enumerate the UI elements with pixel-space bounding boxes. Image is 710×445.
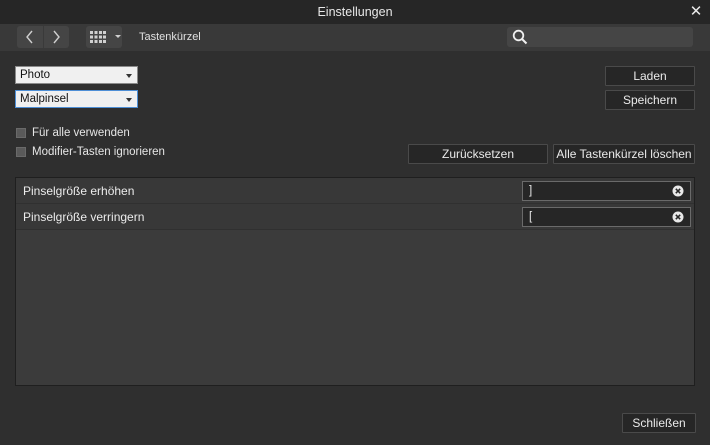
dropdown-arrow-icon (126, 98, 132, 102)
forward-button[interactable] (42, 26, 70, 48)
close-icon[interactable]: ✕ (688, 0, 704, 24)
grid-menu-button[interactable] (86, 26, 122, 48)
apply-to-all-label: Für alle verwenden (32, 127, 130, 139)
clear-shortcut-icon[interactable] (672, 185, 684, 197)
window-title: Einstellungen (317, 5, 393, 19)
clear-shortcut-icon[interactable] (672, 211, 684, 223)
category-select[interactable]: Malpinsel (15, 90, 138, 108)
search-icon (512, 29, 528, 45)
toolbar: Tastenkürzel (0, 24, 710, 51)
ignore-modifiers-label: Modifier-Tasten ignorieren (32, 146, 165, 158)
category-select-value: Malpinsel (20, 93, 69, 105)
shortcut-row: Pinselgröße verringern [ (16, 204, 694, 230)
search-field[interactable] (507, 27, 693, 47)
clear-all-shortcuts-button[interactable]: Alle Tastenkürzel löschen (553, 144, 695, 164)
shortcut-label: Pinselgröße erhöhen (23, 184, 135, 198)
ignore-modifiers-option[interactable]: Modifier-Tasten ignorieren (16, 145, 165, 159)
shortcut-input[interactable]: ] (522, 181, 691, 201)
title-bar: Einstellungen ✕ (0, 0, 710, 24)
caret-down-icon (115, 35, 121, 38)
chevron-left-icon (25, 30, 33, 44)
shortcut-row: Pinselgröße erhöhen ] (16, 178, 694, 204)
close-button[interactable]: Schließen (622, 413, 696, 433)
back-button[interactable] (17, 26, 43, 48)
save-button[interactable]: Speichern (605, 90, 695, 110)
nav-buttons (17, 26, 69, 48)
shortcut-key: [ (529, 211, 533, 223)
section-title: Tastenkürzel (139, 31, 201, 43)
search-input[interactable] (533, 29, 688, 45)
app-select[interactable]: Photo (15, 66, 138, 84)
apply-to-all-option[interactable]: Für alle verwenden (16, 126, 130, 140)
chevron-right-icon (53, 30, 61, 44)
grid-icon (90, 31, 106, 43)
shortcut-key: ] (529, 185, 533, 197)
load-button[interactable]: Laden (605, 66, 695, 86)
shortcut-list: Pinselgröße erhöhen ] Pinselgröße verrin… (15, 177, 695, 386)
shortcut-input[interactable]: [ (522, 207, 691, 227)
shortcut-label: Pinselgröße verringern (23, 210, 145, 224)
reset-button[interactable]: Zurücksetzen (408, 144, 548, 164)
dropdown-arrow-icon (126, 74, 132, 78)
app-select-value: Photo (20, 69, 51, 81)
ignore-modifiers-checkbox[interactable] (16, 147, 26, 157)
apply-to-all-checkbox[interactable] (16, 128, 26, 138)
